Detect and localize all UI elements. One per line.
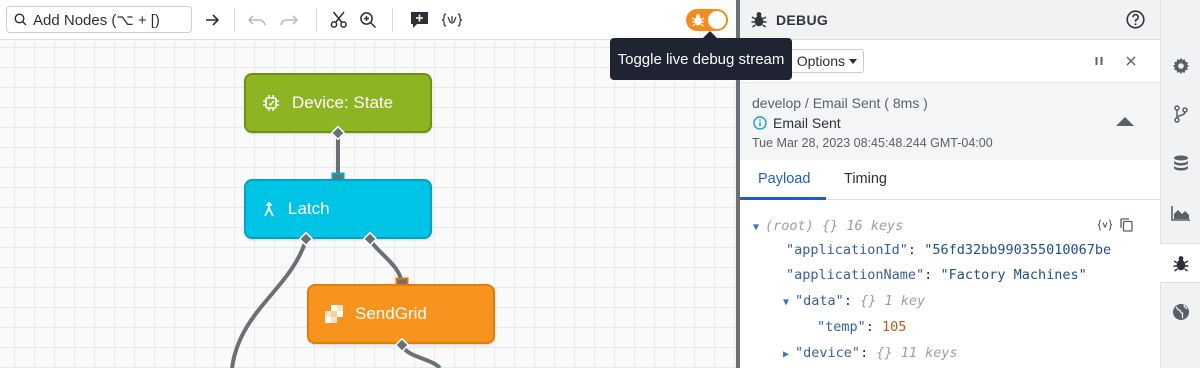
meta: {} 1 key	[860, 293, 926, 309]
key: "temp"	[817, 319, 866, 335]
settings-tab[interactable]	[1161, 46, 1200, 86]
undo-icon[interactable]	[246, 9, 268, 31]
debug-tab[interactable]	[1160, 243, 1200, 283]
debug-message-header[interactable]: develop / Email Sent ( 8ms ) Email Sent …	[740, 82, 1160, 160]
chevron-down-icon[interactable]: ▼	[753, 218, 759, 238]
area-chart-icon	[1171, 206, 1190, 221]
value: "56fd32bb990355010067be	[924, 242, 1112, 258]
add-comment-icon[interactable]	[408, 9, 430, 31]
latch-icon	[264, 201, 274, 217]
meta: {} 11 keys	[876, 345, 958, 361]
output-port[interactable]	[395, 338, 409, 352]
debug-tabs: Payload Timing	[740, 160, 1160, 200]
pause-icon[interactable]	[1093, 55, 1105, 67]
chevron-down-icon[interactable]: ▼	[783, 293, 789, 313]
debug-panel: DEBUG Options develop / Email Sent ( 8ms…	[740, 0, 1160, 368]
add-nodes-label: Add Nodes (⌥ + [)	[33, 11, 160, 29]
node-device-state[interactable]: Device: State	[244, 73, 432, 133]
node-latch[interactable]: Latch	[244, 179, 432, 239]
tree-row-application-name[interactable]: "applicationName": "Factory Machines"	[786, 265, 1087, 285]
help-icon[interactable]	[1126, 10, 1145, 29]
options-label: Options	[796, 53, 845, 69]
workflow-canvas[interactable]: Device: State Latch SendGrid	[0, 40, 736, 368]
tree-root-row[interactable]: ▼ (root) {} 16 keys	[753, 216, 903, 236]
tab-timing[interactable]: Timing	[844, 171, 887, 187]
key: "data"	[795, 293, 844, 309]
arrow-right-icon[interactable]	[202, 9, 224, 31]
zoom-in-icon[interactable]	[357, 9, 379, 31]
tab-payload[interactable]: Payload	[758, 171, 810, 187]
message-name: Email Sent	[773, 115, 841, 131]
tree-row-data[interactable]: ▼ "data": {} 1 key	[783, 291, 925, 311]
output-port-false[interactable]	[363, 232, 377, 246]
redo-icon[interactable]	[278, 9, 300, 31]
output-port-true[interactable]	[299, 232, 313, 246]
info-icon	[753, 116, 767, 130]
key: "applicationName"	[786, 267, 925, 283]
device-state-icon	[263, 95, 279, 111]
branch-icon	[1174, 105, 1188, 123]
toolbar-divider	[316, 8, 317, 32]
root-meta: {} 16 keys	[821, 218, 904, 234]
value: "Factory Machines"	[940, 267, 1087, 283]
search-icon	[14, 13, 27, 26]
tree-row-temp[interactable]: "temp": 105	[817, 317, 906, 337]
json-icon[interactable]	[440, 9, 464, 31]
debug-header: DEBUG	[740, 0, 1160, 40]
toggle-knob	[708, 11, 726, 29]
close-icon[interactable]	[1125, 55, 1137, 67]
stats-tab[interactable]	[1161, 193, 1200, 233]
collapse-icon[interactable]	[1116, 117, 1134, 126]
database-icon	[1174, 155, 1188, 171]
tree-row-application-id[interactable]: "applicationId": "56fd32bb990355010067be	[786, 240, 1111, 260]
node-sendgrid[interactable]: SendGrid	[307, 284, 495, 344]
root-label: (root)	[765, 218, 814, 234]
message-path: develop / Email Sent ( 8ms )	[752, 95, 928, 111]
chevron-right-icon[interactable]: ▶	[783, 345, 789, 365]
tree-row-device[interactable]: ▶ "device": {} 11 keys	[783, 343, 958, 363]
toggle-tooltip: Toggle live debug stream	[610, 31, 792, 80]
add-nodes-search[interactable]: Add Nodes (⌥ + [)	[6, 6, 192, 33]
caret-down-icon	[849, 58, 857, 64]
json-icon[interactable]	[1097, 219, 1113, 231]
gear-icon	[1172, 57, 1190, 75]
value: 105	[882, 319, 907, 335]
global-tab[interactable]	[1161, 292, 1200, 332]
workflow-toolbar: Add Nodes (⌥ + [)	[0, 0, 736, 40]
active-tab-indicator	[740, 197, 826, 200]
node-label: Device: State	[292, 93, 394, 112]
key: "device"	[795, 345, 861, 361]
versions-tab[interactable]	[1161, 94, 1200, 134]
live-debug-toggle[interactable]	[686, 9, 728, 31]
toolbar-divider	[392, 8, 393, 32]
output-port[interactable]	[331, 126, 345, 140]
copy-icon[interactable]	[1120, 218, 1133, 232]
toolbar-divider	[234, 8, 235, 32]
node-label: SendGrid	[355, 304, 427, 323]
message-timestamp: Tue Mar 28, 2023 08:45:48.244 GMT-04:00	[752, 136, 993, 150]
scissors-icon[interactable]	[328, 9, 350, 31]
node-label: Latch	[288, 199, 330, 218]
key: "applicationId"	[786, 242, 908, 258]
debug-title: DEBUG	[776, 12, 829, 28]
options-dropdown[interactable]: Options	[780, 49, 864, 73]
right-icon-rail	[1160, 0, 1200, 368]
globe-icon	[1173, 304, 1189, 320]
bug-icon	[691, 14, 705, 27]
bug-icon	[1173, 255, 1188, 272]
payload-tree: ▼ (root) {} 16 keys "applicationId": "56f…	[740, 208, 1160, 368]
sendgrid-icon	[325, 305, 343, 323]
bug-icon	[751, 12, 767, 28]
storage-tab[interactable]	[1161, 144, 1200, 184]
